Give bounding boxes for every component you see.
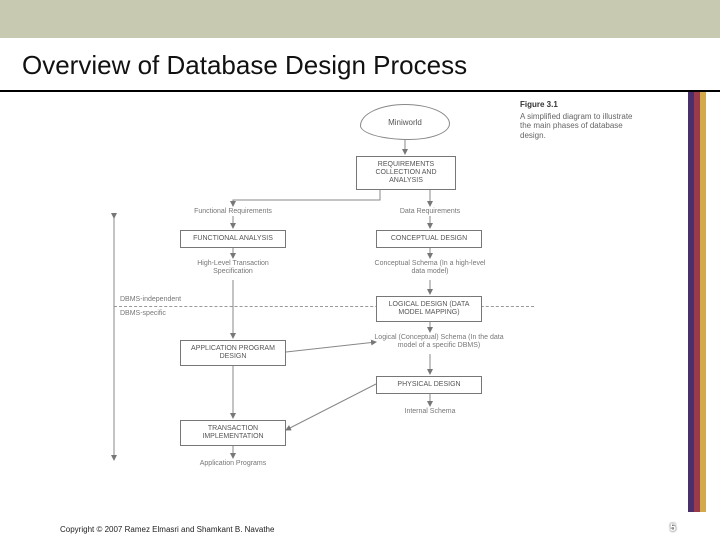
copyright-footer: Copyright © 2007 Ramez Elmasri and Shamk… [60,525,274,534]
node-functional-analysis: FUNCTIONAL ANALYSIS [180,230,286,248]
label-application-programs: Application Programs [188,460,278,468]
label-conceptual-schema: Conceptual Schema (In a high-level data … [370,260,490,276]
accent-stripe [688,92,706,512]
node-app-program-design: APPLICATION PROGRAM DESIGN [180,340,286,366]
figure-number: Figure 3.1 [520,100,640,110]
figure-caption-text: A simplified diagram to illustrate the m… [520,112,633,140]
node-logical-design: LOGICAL DESIGN (DATA MODEL MAPPING) [376,296,482,322]
page-number: 5 [670,522,676,534]
label-logical-schema: Logical (Conceptual) Schema (In the data… [364,334,514,350]
label-dbms-independent: DBMS-independent [120,296,200,304]
header-band [0,0,720,38]
label-high-level-tx: High-Level Transaction Specification [178,260,288,276]
node-transaction-impl: TRANSACTION IMPLEMENTATION [180,420,286,446]
slide-title: Overview of Database Design Process [0,38,720,81]
label-data-requirements: Data Requirements [380,208,480,216]
label-internal-schema: Internal Schema [380,408,480,416]
node-physical-design: PHYSICAL DESIGN [376,376,482,394]
figure-caption: Figure 3.1 A simplified diagram to illus… [520,100,640,140]
label-dbms-specific: DBMS-specific [120,310,200,318]
figure-area: Figure 3.1 A simplified diagram to illus… [80,100,640,500]
node-miniworld: Miniworld [360,104,450,140]
node-requirements: REQUIREMENTS COLLECTION AND ANALYSIS [356,156,456,190]
label-functional-requirements: Functional Requirements [178,208,288,216]
node-conceptual-design: CONCEPTUAL DESIGN [376,230,482,248]
title-area: Overview of Database Design Process [0,38,720,92]
